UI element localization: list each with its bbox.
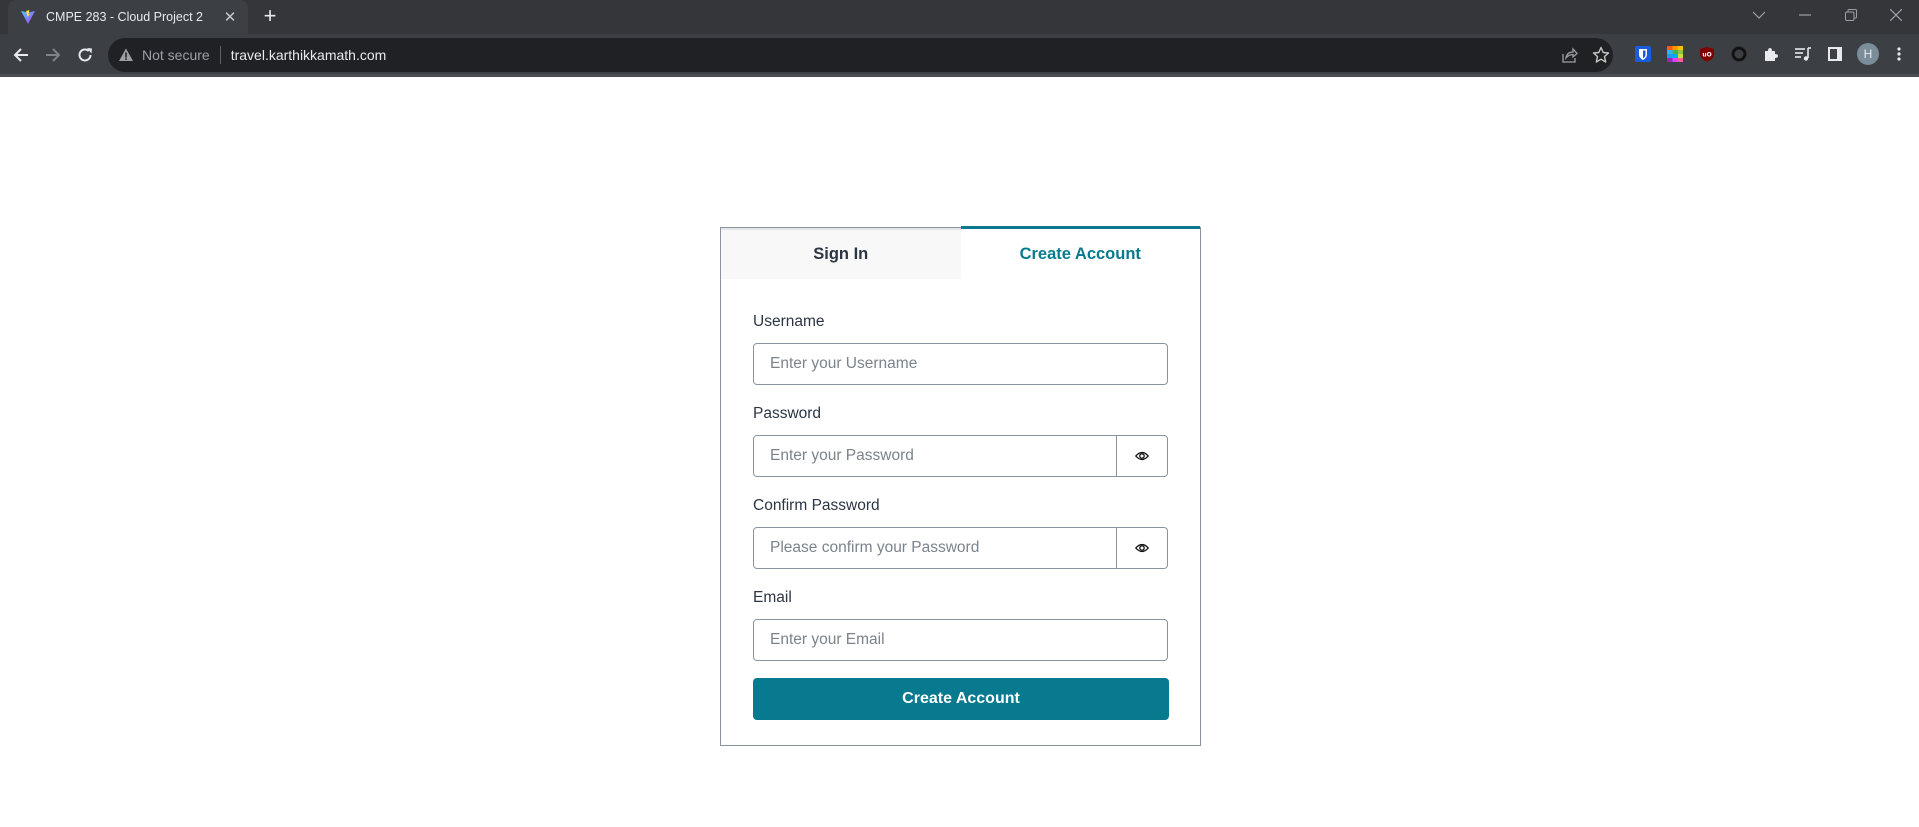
- side-panel-icon: [1828, 47, 1842, 61]
- address-separator: [219, 46, 221, 64]
- chevron-down-icon: [1752, 11, 1766, 19]
- warning-triangle-icon: [119, 48, 133, 61]
- media-queue-icon: [1795, 47, 1811, 61]
- email-field-group: [753, 619, 1168, 661]
- bookmark-star-icon[interactable]: [1592, 46, 1610, 64]
- vite-logo-icon: [21, 10, 35, 24]
- browser-menu-button[interactable]: [1889, 44, 1909, 64]
- auth-tabs: Sign In Create Account: [721, 226, 1200, 279]
- bitwarden-icon: [1635, 46, 1651, 62]
- side-panel-button[interactable]: [1825, 44, 1845, 64]
- kebab-menu-icon: [1897, 47, 1901, 61]
- dark-reader-extension[interactable]: [1729, 44, 1749, 64]
- color-palette-extension[interactable]: [1665, 44, 1685, 64]
- forward-button[interactable]: [38, 40, 68, 70]
- back-button[interactable]: [6, 40, 36, 70]
- tab-title: CMPE 283 - Cloud Project 2: [46, 10, 204, 24]
- extensions-puzzle-icon: [1765, 48, 1778, 61]
- tab-sign-in[interactable]: Sign In: [721, 228, 961, 279]
- tab-close-icon[interactable]: ✕: [220, 8, 240, 26]
- close-icon: [1890, 9, 1902, 21]
- confirm-password-field-group: [753, 527, 1168, 569]
- show-confirm-password-button[interactable]: [1117, 527, 1168, 569]
- dark-reader-icon: [1731, 46, 1747, 62]
- create-account-form: Username Password Confirm Password Email…: [721, 279, 1200, 720]
- security-status[interactable]: Not secure: [142, 47, 210, 63]
- browser-tab[interactable]: CMPE 283 - Cloud Project 2 ✕: [8, 0, 248, 34]
- password-field-group: [753, 435, 1168, 477]
- color-palette-icon: [1667, 46, 1683, 62]
- eye-icon: [1135, 543, 1149, 553]
- confirm-password-input[interactable]: [753, 527, 1117, 569]
- email-input[interactable]: [753, 619, 1168, 661]
- email-label: Email: [753, 589, 792, 606]
- svg-text:uO: uO: [1702, 52, 1711, 59]
- eye-icon: [1135, 451, 1149, 461]
- reload-icon: [78, 48, 92, 62]
- close-window-button[interactable]: [1873, 0, 1919, 30]
- bitwarden-extension[interactable]: [1633, 44, 1653, 64]
- reload-button[interactable]: [70, 40, 100, 70]
- toolbar-divider: [0, 74, 1919, 77]
- ublock-origin-icon: uO: [1700, 47, 1714, 62]
- restore-icon: [1845, 9, 1857, 21]
- profile-initial: H: [1857, 43, 1879, 65]
- browser-tab-strip: CMPE 283 - Cloud Project 2 ✕ +: [0, 0, 1919, 34]
- extensions-menu-button[interactable]: [1761, 44, 1781, 64]
- url-text[interactable]: travel.karthikkamath.com: [231, 47, 387, 63]
- tab-strip-background: [0, 0, 1919, 34]
- tab-search-button[interactable]: [1736, 0, 1782, 30]
- arrow-right-icon: [46, 48, 61, 62]
- profile-avatar[interactable]: H: [1857, 43, 1879, 65]
- arrow-left-icon: [13, 48, 28, 62]
- tab-create-account[interactable]: Create Account: [960, 226, 1200, 279]
- media-queue-button[interactable]: [1793, 44, 1813, 64]
- address-bar[interactable]: Not secure travel.karthikkamath.com: [108, 38, 1613, 72]
- share-icon[interactable]: [1561, 46, 1579, 64]
- minimize-icon: [1799, 14, 1811, 16]
- username-field-group: [753, 343, 1168, 385]
- password-label: Password: [753, 405, 822, 422]
- new-tab-button[interactable]: +: [258, 5, 282, 29]
- confirm-password-label: Confirm Password: [753, 497, 880, 514]
- auth-card: Sign In Create Account Username Password…: [720, 226, 1201, 746]
- username-label: Username: [753, 313, 825, 330]
- password-input[interactable]: [753, 435, 1117, 477]
- ublock-origin-extension[interactable]: uO: [1697, 44, 1717, 64]
- username-input[interactable]: [753, 343, 1168, 385]
- minimize-button[interactable]: [1782, 0, 1828, 30]
- create-account-button[interactable]: Create Account: [753, 678, 1169, 720]
- show-password-button[interactable]: [1117, 435, 1168, 477]
- restore-button[interactable]: [1828, 0, 1874, 30]
